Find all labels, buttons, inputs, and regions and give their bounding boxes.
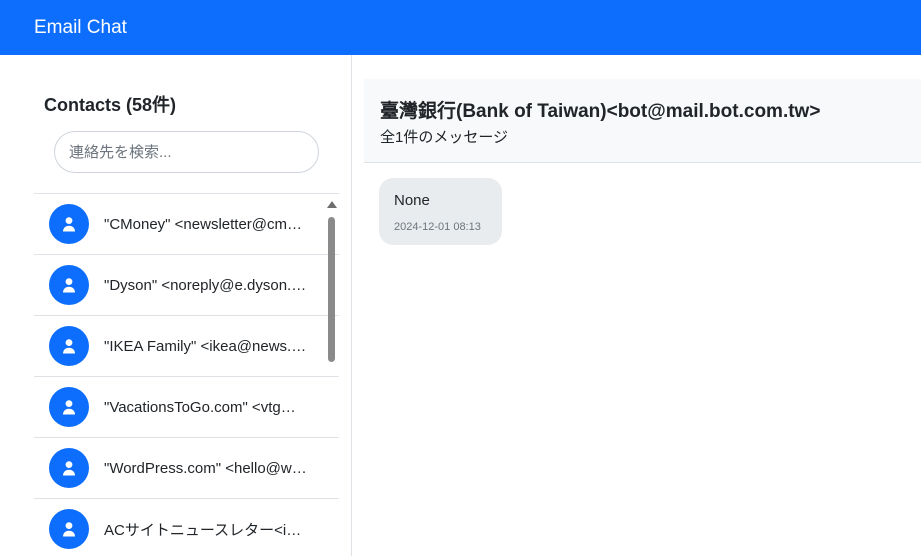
contacts-sidebar: Contacts (58件) "CMoney" <newsletter@cmon… (0, 55, 352, 556)
message-text: None (394, 192, 430, 209)
contact-list-scrollbar[interactable] (325, 197, 337, 556)
triangle-up-icon[interactable] (327, 201, 337, 208)
navbar-brand[interactable]: Email Chat (34, 17, 127, 39)
chat-header: 臺灣銀行(Bank of Taiwan)<bot@mail.bot.com.tw… (364, 79, 921, 163)
user-icon (49, 387, 89, 427)
contact-item[interactable]: "IKEA Family" <ikea@news.ikea.com.tw> (34, 316, 339, 377)
scrollbar-thumb[interactable] (328, 217, 335, 362)
contact-name: "CMoney" <newsletter@cmoney.tw> (104, 215, 309, 233)
message-bubble: None 2024-12-01 08:13 (379, 178, 502, 245)
contact-name: "VacationsToGo.com" <vtg@vacationstogo.c… (104, 398, 309, 416)
contact-item[interactable]: "CMoney" <newsletter@cmoney.tw> (34, 194, 339, 255)
user-icon (49, 204, 89, 244)
navbar: Email Chat (0, 0, 921, 55)
user-icon (49, 265, 89, 305)
user-icon (49, 448, 89, 488)
contact-item[interactable]: ACサイトニュースレター<info@freebie-ac.jp> (34, 499, 339, 556)
contact-item[interactable]: "WordPress.com" <hello@wordpress.com> (34, 438, 339, 499)
contact-search-input[interactable] (54, 131, 319, 173)
contacts-title: Contacts (58件) (44, 95, 177, 115)
user-icon (49, 326, 89, 366)
contact-name: ACサイトニュースレター<info@freebie-ac.jp> (104, 521, 309, 539)
message-count: 全1件のメッセージ (380, 129, 509, 146)
contact-list: "CMoney" <newsletter@cmoney.tw> "Dyson" … (34, 193, 339, 556)
contact-name: "Dyson" <noreply@e.dyson.com> (104, 276, 309, 294)
contact-name: "IKEA Family" <ikea@news.ikea.com.tw> (104, 337, 309, 355)
chat-title: 臺灣銀行(Bank of Taiwan)<bot@mail.bot.com.tw… (380, 101, 821, 122)
message-timestamp: 2024-12-01 08:13 (394, 221, 481, 233)
contact-item[interactable]: "Dyson" <noreply@e.dyson.com> (34, 255, 339, 316)
user-icon (49, 509, 89, 549)
contact-item[interactable]: "VacationsToGo.com" <vtg@vacationstogo.c… (34, 377, 339, 438)
contact-name: "WordPress.com" <hello@wordpress.com> (104, 459, 309, 477)
